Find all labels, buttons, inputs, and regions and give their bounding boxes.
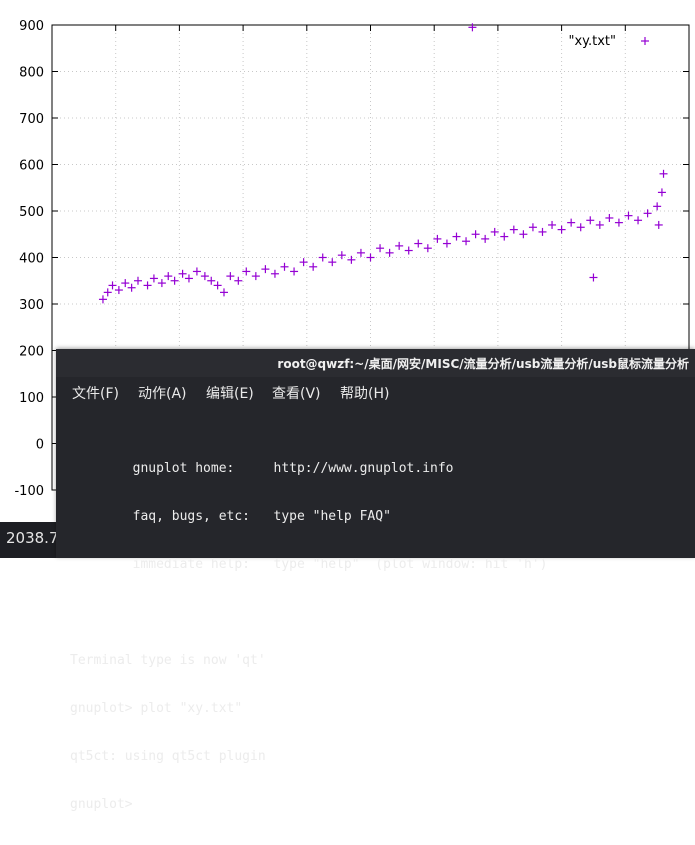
menu-view[interactable]: 查看(V) — [272, 383, 321, 403]
taskbar-clock: 2038.7 — [6, 529, 59, 547]
data-point — [659, 169, 668, 178]
data-point — [576, 223, 585, 232]
terminal-line: gnuplot> plot "xy.txt" — [70, 701, 243, 716]
terminal-line: qt5ct: using qt5ct plugin — [70, 749, 266, 764]
terminal-line: immediate help: type "help" (plot window… — [70, 557, 548, 572]
menu-file[interactable]: 文件(F) — [72, 383, 119, 403]
terminal-prompt: gnuplot> — [70, 797, 141, 812]
data-point — [170, 276, 179, 285]
terminal-line: Terminal type is now 'qt' — [70, 653, 266, 668]
y-tick-label: 400 — [19, 252, 44, 267]
data-point — [657, 188, 666, 197]
data-point — [366, 253, 375, 262]
data-point — [149, 274, 158, 283]
data-point — [452, 232, 461, 241]
menu-action[interactable]: 动作(A) — [138, 383, 187, 403]
data-point — [395, 241, 404, 250]
data-point — [309, 262, 318, 271]
data-point — [184, 274, 193, 283]
data-point — [318, 253, 327, 262]
data-point — [462, 237, 471, 246]
data-point — [328, 258, 337, 267]
data-point — [614, 218, 623, 227]
data-point — [356, 248, 365, 257]
data-point — [121, 279, 130, 288]
data-point — [114, 286, 123, 295]
data-point — [586, 216, 595, 225]
data-point — [519, 230, 528, 239]
data-point — [624, 211, 633, 220]
data-point — [404, 246, 413, 255]
data-point — [634, 216, 643, 225]
data-point — [557, 225, 566, 234]
data-point — [242, 267, 251, 276]
data-point — [567, 218, 576, 227]
terminal-title: root@qwzf:~/桌面/网安/MISC/流量分析/usb流量分析/usb鼠… — [277, 357, 689, 371]
data-point — [192, 267, 201, 276]
data-point — [213, 281, 222, 290]
legend-marker — [641, 37, 649, 45]
data-point — [385, 248, 394, 257]
terminal-titlebar[interactable]: root@qwzf:~/桌面/网安/MISC/流量分析/usb流量分析/usb鼠… — [56, 349, 695, 377]
data-point — [143, 281, 152, 290]
data-point — [653, 202, 662, 211]
data-point — [509, 225, 518, 234]
y-tick-label: -100 — [14, 484, 44, 499]
data-point — [290, 267, 299, 276]
terminal-prompt-line[interactable]: gnuplot> — [70, 797, 690, 813]
data-point — [548, 220, 557, 229]
terminal-window[interactable]: root@qwzf:~/桌面/网安/MISC/流量分析/usb流量分析/usb鼠… — [56, 349, 695, 812]
terminal-line: gnuplot home: http://www.gnuplot.info — [70, 461, 454, 476]
data-point — [98, 295, 107, 304]
menu-help[interactable]: 帮助(H) — [340, 383, 389, 403]
terminal-menubar: 文件(F) 动作(A) 编辑(E) 查看(V) 帮助(H) — [56, 379, 695, 407]
legend-label: "xy.txt" — [568, 34, 616, 49]
y-tick-label: 700 — [19, 112, 44, 127]
terminal-line: faq, bugs, etc: type "help FAQ" — [70, 509, 391, 524]
data-point — [127, 283, 136, 292]
y-tick-label: 100 — [19, 391, 44, 406]
data-point — [528, 223, 537, 232]
data-point — [234, 276, 243, 285]
data-point — [595, 220, 604, 229]
y-tick-label: 800 — [19, 66, 44, 81]
data-point — [270, 269, 279, 278]
data-point — [280, 262, 289, 271]
data-point — [133, 276, 142, 285]
data-point — [261, 265, 270, 274]
data-point — [414, 239, 423, 248]
data-point — [299, 258, 308, 267]
data-point — [500, 232, 509, 241]
data-point — [423, 244, 432, 253]
data-point — [108, 281, 117, 290]
y-tick-label: 0 — [36, 438, 44, 453]
data-point — [442, 239, 451, 248]
data-point — [654, 220, 663, 229]
data-point — [481, 234, 490, 243]
y-tick-label: 600 — [19, 159, 44, 174]
data-point — [200, 272, 209, 281]
data-point — [605, 213, 614, 222]
data-point — [538, 227, 547, 236]
data-point — [103, 288, 112, 297]
data-point — [207, 276, 216, 285]
data-point — [226, 272, 235, 281]
y-tick-label: 200 — [19, 345, 44, 360]
y-tick-label: 300 — [19, 298, 44, 313]
data-point — [471, 230, 480, 239]
y-tick-label: 900 — [19, 19, 44, 34]
terminal-output[interactable]: gnuplot home: http://www.gnuplot.info fa… — [70, 429, 690, 845]
data-point — [589, 273, 598, 282]
y-tick-label: 500 — [19, 205, 44, 220]
data-point — [157, 279, 166, 288]
data-point — [219, 288, 228, 297]
data-point — [164, 272, 173, 281]
data-point — [376, 244, 385, 253]
menu-edit[interactable]: 编辑(E) — [206, 383, 254, 403]
data-point — [178, 269, 187, 278]
data-point — [251, 272, 260, 281]
text-cursor — [140, 797, 149, 810]
